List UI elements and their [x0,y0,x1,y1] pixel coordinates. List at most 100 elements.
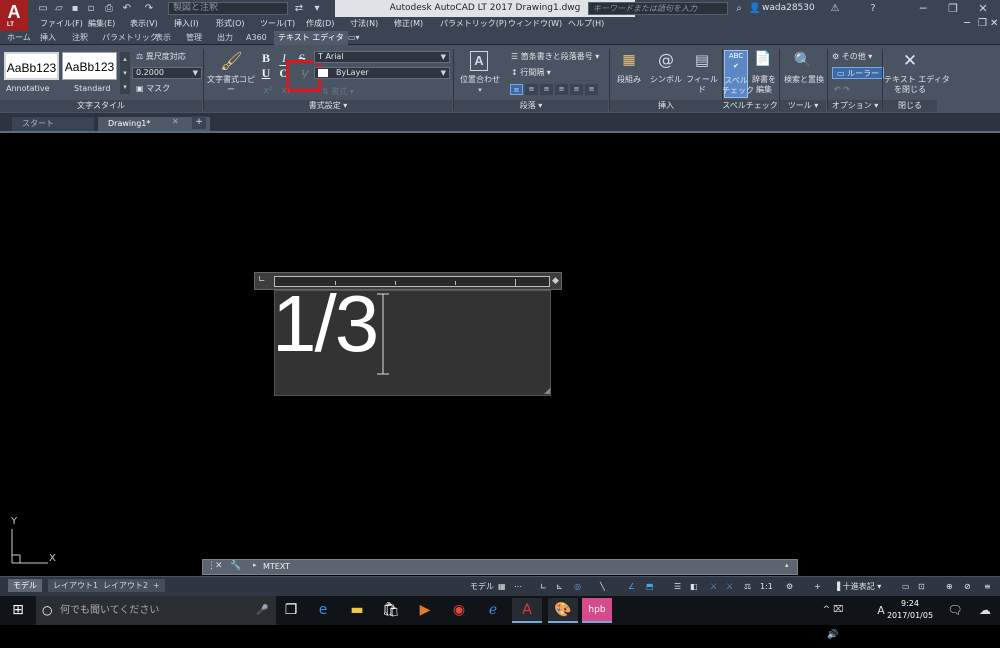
justification-label[interactable]: 位置合わせ [456,75,504,85]
menu-edit[interactable]: 編集(E) [88,17,115,31]
undo-redo-icon[interactable]: ↶ ↷ [834,84,850,96]
redo-icon[interactable]: ↷ [142,2,156,15]
doc-tab-start[interactable]: スタート [12,117,94,131]
close-text-editor-label[interactable]: テキスト エディタ を閉じる [884,75,950,95]
tab-parametric[interactable]: パラメトリック [102,31,158,45]
model-space-button[interactable]: モデル [470,580,494,594]
workspace-gear-icon[interactable]: ⚙ [786,580,793,594]
align-left-icon[interactable]: ≡ [525,84,538,95]
autocad-taskbar-icon[interactable]: A [512,598,542,623]
close-tab-icon[interactable]: ✕ [172,117,179,126]
more-options-dropdown[interactable]: ⚙ その他 ▾ [832,51,872,63]
align-default-icon[interactable]: ≡ [510,84,523,95]
tab-output[interactable]: 出力 [217,31,233,45]
command-line[interactable]: ⋮ ✕ 🔧 ▸ MTEXT ▴ [202,559,798,575]
find-replace-label[interactable]: 検索と置換 [780,75,828,85]
tab-annotate[interactable]: 注釈 [72,31,88,45]
format-dropdown[interactable]: ⇅ 書式 ▾ [322,86,354,98]
menu-view[interactable]: 表示(V) [130,17,158,31]
tab-manage[interactable]: 管理 [186,31,202,45]
tray-icons[interactable]: ^ ⌧ 🔊 [818,598,848,640]
minimize-icon[interactable]: ─ [908,0,938,17]
hpb-taskbar-icon[interactable]: hpb [582,598,612,623]
justify-icon[interactable]: ≡ [570,84,583,95]
justification-icon[interactable]: A [470,51,488,71]
menu-parametric[interactable]: パラメトリック(P) [440,17,507,31]
annotation-visibility-icon[interactable]: ⚔ [710,580,717,594]
panel-title-paragraph[interactable]: 段落 ▾ [454,100,608,112]
new-icon[interactable]: ▭ [36,2,50,15]
field-label[interactable]: フィールド [684,75,720,95]
edit-dictionaries-label[interactable]: 辞書を 編集 [750,75,778,95]
doc-minimize-icon[interactable]: ─ [964,17,970,31]
menu-insert[interactable]: 挿入(I) [174,17,199,31]
binoculars-icon[interactable]: ⌕ [732,2,746,15]
subscript-icon[interactable]: x₂ [280,86,292,96]
tab-a360[interactable]: A360 [246,31,267,45]
chevron-down-icon[interactable]: ▾ [476,86,484,94]
tab-view[interactable]: 表示 [155,31,171,45]
taskbar-clock[interactable]: 9:24 2017/01/05 [885,598,935,622]
user-icon[interactable]: 👤 [748,2,762,15]
application-menu-button[interactable]: A LT [0,0,28,32]
bold-button[interactable]: B [260,51,272,66]
file-explorer-icon[interactable]: ▬ [342,598,372,623]
panel-title-options[interactable]: オプション ▾ [828,100,882,112]
columns-icon[interactable]: ▦ [620,52,638,72]
transparency-icon[interactable]: ◧ [690,580,698,594]
customization-icon[interactable]: ≡ [984,580,991,594]
wrench-icon[interactable]: 🔧 [230,561,241,571]
isolate-objects-icon[interactable]: ⊕ [946,580,953,594]
cortana-search-input[interactable]: ○ 何でも聞いてください 🎤 [36,596,276,625]
symbol-icon[interactable]: @ [656,50,676,70]
tab-text-editor[interactable]: テキスト エディタ [274,31,348,45]
resize-corner-icon[interactable]: ◢ [544,386,550,395]
task-view-icon[interactable]: ❐ [276,598,306,623]
panel-title-spell[interactable]: スペルチェック ↘ [722,100,778,122]
style-tile-standard[interactable]: AaBb123 [62,52,117,80]
line-spacing-dropdown[interactable]: ↕ 行間隔 ▾ [511,67,551,79]
doc-close-icon[interactable]: ✕ [990,17,998,31]
field-icon[interactable]: ▤ [692,51,712,71]
osnap-tracking-icon[interactable]: ╲ [600,580,605,594]
menu-draw[interactable]: 作成(D) [306,17,334,31]
units-button[interactable]: ▐ 十進表記 ▾ [834,580,881,594]
internet-explorer-icon[interactable]: ℯ [478,598,508,623]
mtext-content[interactable]: 1/3 [272,276,379,371]
panel-title-tools[interactable]: ツール ▾ [780,100,826,112]
lock-ui-icon[interactable]: ⊡ [918,580,925,594]
underline-button[interactable]: U [260,66,272,81]
bullets-dropdown[interactable]: ☰ 箇条書きと段落番号 ▾ [511,51,599,63]
autodesk-app-icon[interactable]: ⚠ [828,2,842,15]
panel-title-formatting[interactable]: 書式設定 ▾ [204,100,452,112]
chrome-icon[interactable]: ◉ [444,598,474,623]
annotation-scale-value[interactable]: 1:1 [760,580,773,594]
annotative-toggle[interactable]: ⚖ 異尺度対応 [136,51,186,63]
menu-window[interactable]: ウィンドウ(W) [508,17,562,31]
font-select[interactable]: T Arial ▼ [314,51,450,63]
paint-taskbar-icon[interactable]: 🎨 [548,598,578,623]
plus-icon[interactable]: + [814,580,821,594]
auto-scale-icon[interactable]: ⚔ [726,580,733,594]
save-icon[interactable]: ▪ [68,2,82,15]
menu-modify[interactable]: 修正(M) [394,17,423,31]
dynamic-ucs-icon[interactable]: ⬒ [646,580,654,594]
user-name[interactable]: wada28530 [762,2,815,15]
tab-home[interactable]: ホーム [7,31,31,45]
polar-icon[interactable]: ⊾ [556,580,563,594]
edit-dictionaries-icon[interactable]: 📄 [754,51,772,71]
text-height-field[interactable]: 0.2000 ▼ [132,67,202,79]
ortho-icon[interactable]: ∟ [540,580,547,594]
maximize-icon[interactable]: ❐ [938,0,968,17]
layout-tab-layout2[interactable]: レイアウト2 [98,579,154,592]
menu-format[interactable]: 形式(O) [216,17,245,31]
annotation-scale-icon[interactable]: ⚖ [744,580,751,594]
distribute-icon[interactable]: ≡ [585,84,598,95]
close-text-editor-icon[interactable]: ✕ [900,51,920,71]
layout-tab-model[interactable]: モデル [8,579,42,592]
edge-icon[interactable]: e [308,598,338,623]
grid-icon[interactable]: ▦ [498,580,506,594]
help-icon[interactable]: ? [866,2,880,15]
snap-icon[interactable]: ⋯ [514,580,522,594]
symbol-label[interactable]: シンボル [648,75,684,85]
